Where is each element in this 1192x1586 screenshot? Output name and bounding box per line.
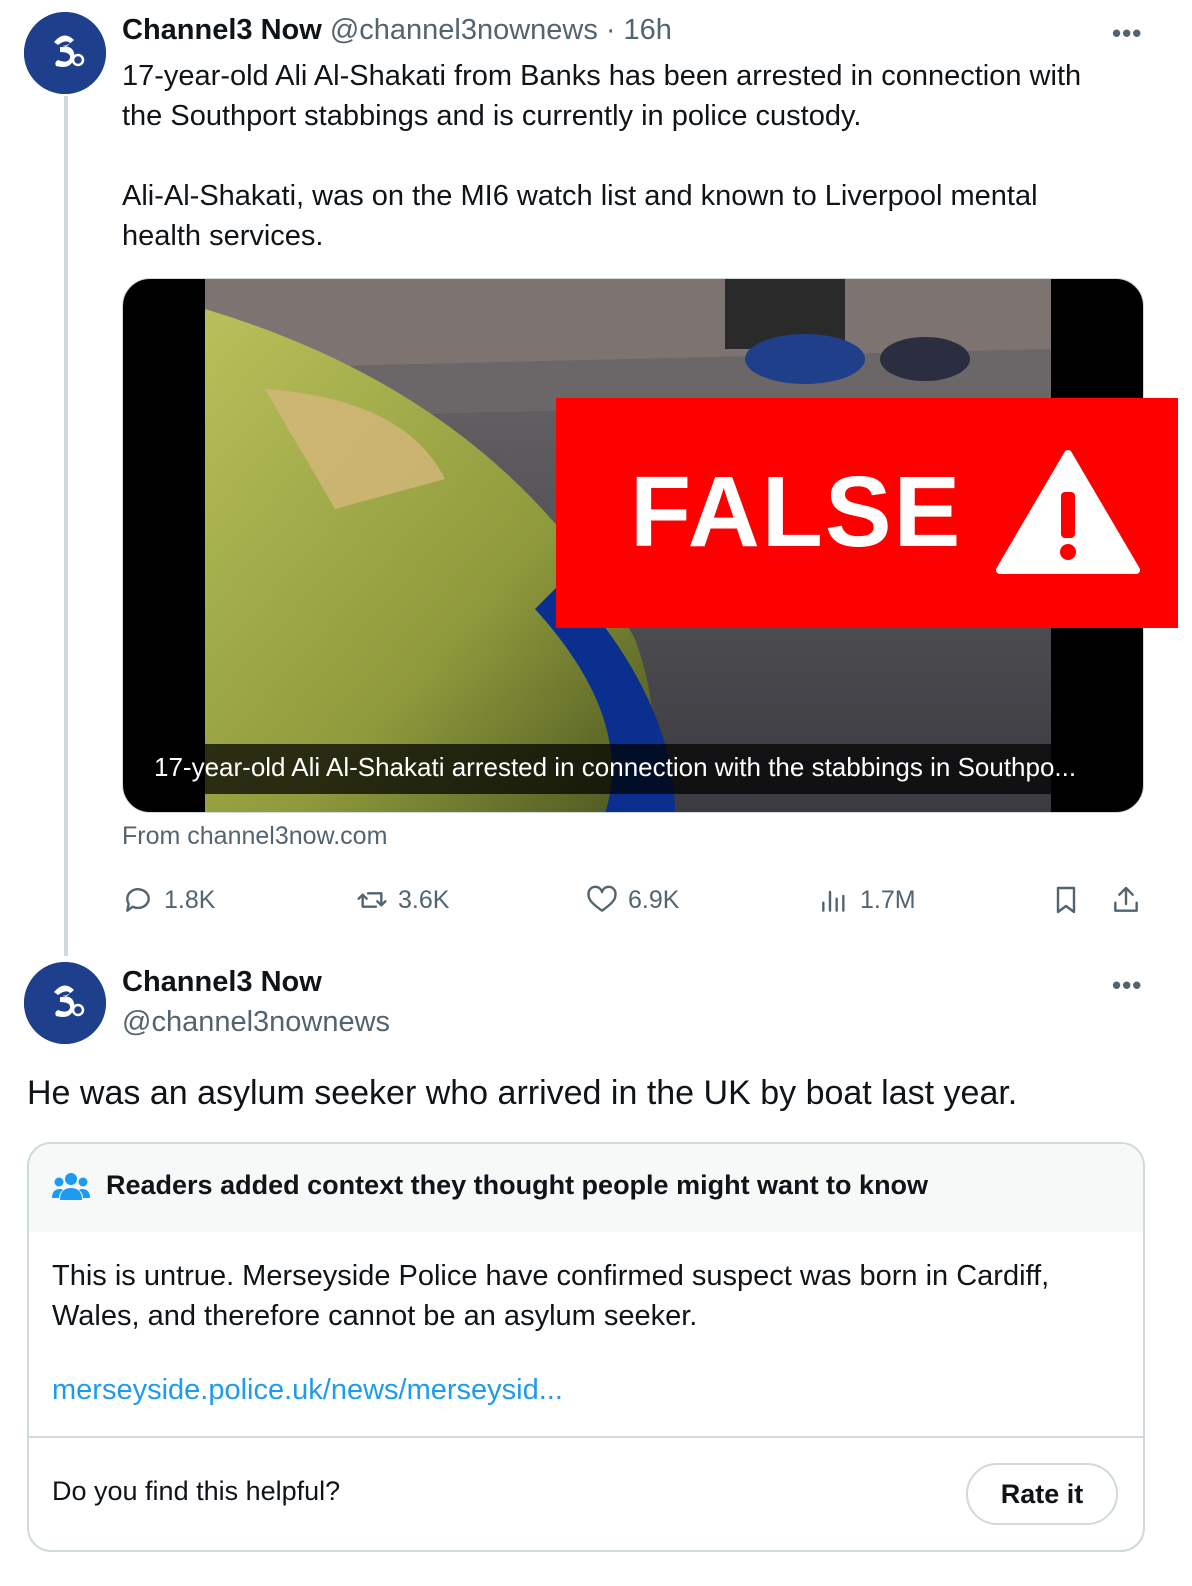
rate-it-button[interactable]: Rate it — [966, 1463, 1118, 1525]
author-name[interactable]: Channel3 Now — [122, 14, 322, 47]
repost-icon — [357, 892, 387, 908]
author-name[interactable]: Channel3 Now — [122, 966, 322, 999]
timestamp[interactable]: 16h — [624, 14, 672, 47]
divider — [29, 1436, 1143, 1438]
avatar[interactable] — [24, 962, 106, 1044]
community-note-body: This is untrue. Merseyside Police have c… — [52, 1260, 1050, 1332]
views-icon — [822, 890, 845, 912]
tweet-text: He was an asylum seeker who arrived in t… — [27, 1074, 1018, 1112]
people-icon — [52, 1170, 90, 1207]
views-count: 1.7M — [860, 885, 916, 914]
author-handle[interactable]: @channel3nownews — [122, 1006, 390, 1039]
like-icon — [587, 885, 617, 912]
repost-button[interactable]: 3.6K — [356, 880, 449, 920]
separator: · — [605, 14, 616, 46]
reply-button[interactable]: 1.8K — [122, 880, 215, 920]
repost-count: 3.6K — [398, 885, 450, 914]
like-count: 6.9K — [628, 885, 680, 914]
share-icon — [1114, 886, 1138, 912]
false-label: FALSE — [630, 456, 963, 568]
more-options-icon[interactable]: ••• — [1112, 970, 1142, 1001]
thread-connector — [64, 96, 68, 956]
community-note-link[interactable]: merseyside.police.uk/news/merseysid... — [52, 1374, 563, 1407]
tweet-header: Channel3 Now @channel3nownews · 16h — [122, 14, 672, 47]
link-source[interactable]: From channel3now.com — [122, 822, 387, 851]
share-button[interactable] — [1110, 880, 1142, 920]
helpful-question: Do you find this helpful? — [52, 1476, 341, 1506]
community-note-title: Readers added context they thought peopl… — [106, 1170, 929, 1200]
avatar[interactable] — [24, 12, 106, 94]
author-handle[interactable]: @channel3nownews — [330, 14, 598, 47]
bookmark-icon — [1056, 886, 1076, 914]
tweet-text: 17-year-old Ali Al-Shakati from Banks ha… — [122, 60, 1082, 252]
like-button[interactable]: 6.9K — [586, 880, 679, 920]
reply-icon — [126, 888, 150, 912]
reply-count: 1.8K — [164, 885, 216, 914]
more-options-icon[interactable]: ••• — [1112, 18, 1142, 49]
views-button[interactable]: 1.7M — [818, 880, 916, 920]
warning-icon — [996, 448, 1141, 581]
bookmark-button[interactable] — [1050, 880, 1082, 920]
media-caption: 17-year-old Ali Al-Shakati arrested in c… — [154, 752, 1077, 782]
